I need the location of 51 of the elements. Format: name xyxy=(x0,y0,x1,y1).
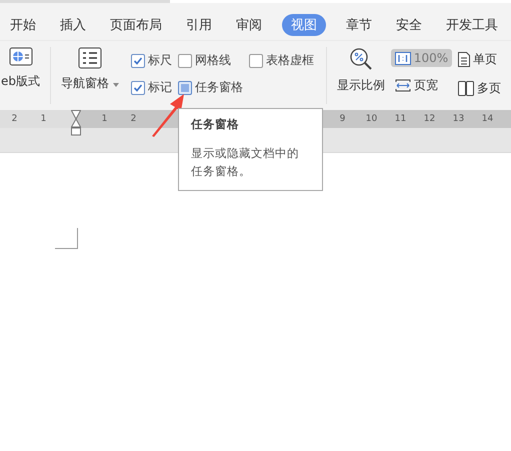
checkbox-label[interactable]: 任务窗格 xyxy=(194,79,243,96)
ribbon-tab[interactable]: 审阅 xyxy=(232,14,266,36)
checkbox-row[interactable]: 任务窗格 xyxy=(178,79,243,96)
page-icon[interactable] xyxy=(458,52,470,67)
checkbox[interactable] xyxy=(130,54,145,68)
ruler-number: 1 xyxy=(40,114,48,124)
checkbox-row[interactable]: 标尺 xyxy=(130,52,172,69)
multi-page-button[interactable]: 多页 xyxy=(454,78,506,99)
tooltip-text: 显示或隐藏文档中的任务窗格。 xyxy=(191,145,300,180)
indent-marker-icon[interactable] xyxy=(71,110,81,136)
ruler-number: 1 xyxy=(100,114,108,124)
ruler-number: 14 xyxy=(480,114,494,124)
page-width-icon[interactable] xyxy=(394,79,411,92)
caret-icon[interactable] xyxy=(112,83,119,87)
ribbon-tab[interactable]: 页面布局 xyxy=(106,14,166,36)
checkbox[interactable] xyxy=(130,80,145,94)
list-icon[interactable] xyxy=(78,47,102,69)
page-width-button[interactable]: 页宽 xyxy=(390,75,452,96)
ruler-number: 11 xyxy=(394,114,408,124)
checkbox-label[interactable]: 标记 xyxy=(148,79,172,96)
ruler-number: 9 xyxy=(338,114,346,124)
single-page-button[interactable]: 单页 xyxy=(454,49,506,70)
checkbox[interactable] xyxy=(178,80,192,94)
ruler-number: 10 xyxy=(364,114,378,124)
magnifier-icon[interactable] xyxy=(348,47,374,71)
ribbon-tab[interactable]: 开发工具 xyxy=(442,14,502,36)
ribbon-tab[interactable]: 引用 xyxy=(182,14,216,36)
ribbon-tab[interactable]: 开始 xyxy=(6,14,40,36)
checkbox-label[interactable]: 标尺 xyxy=(148,52,172,69)
ruler-number: 12 xyxy=(422,114,436,124)
two-pages-icon[interactable] xyxy=(458,81,474,96)
ruler-number: 13 xyxy=(452,114,466,124)
checkbox[interactable] xyxy=(178,54,192,68)
web-layout-icon[interactable] xyxy=(8,47,32,67)
page-corner-mark xyxy=(55,228,78,249)
ruler-number: 2 xyxy=(130,114,138,124)
navigation-pane-button[interactable]: 导航窗格 xyxy=(61,75,119,92)
actual-size-icon[interactable] xyxy=(394,52,411,64)
checkbox-row[interactable]: 标记 xyxy=(130,79,172,96)
ribbon-tab[interactable]: 插入 xyxy=(56,14,90,36)
checkbox-label[interactable]: 网格线 xyxy=(194,52,231,69)
web-layout-button[interactable]: eb版式 xyxy=(1,73,40,90)
ribbon-tab[interactable]: 章节 xyxy=(342,14,376,36)
checkbox-row[interactable]: 表格虚框 xyxy=(248,52,314,69)
checkbox-row[interactable]: 网格线 xyxy=(178,52,243,69)
zoom-button[interactable]: 显示比例 xyxy=(336,77,385,94)
ruler-number: 2 xyxy=(10,114,18,124)
checkbox-label[interactable]: 表格虚框 xyxy=(266,52,314,69)
ribbon-tab[interactable]: 安全 xyxy=(392,14,426,36)
tooltip-title: 任务窗格 xyxy=(191,117,240,132)
checkbox[interactable] xyxy=(248,54,263,68)
